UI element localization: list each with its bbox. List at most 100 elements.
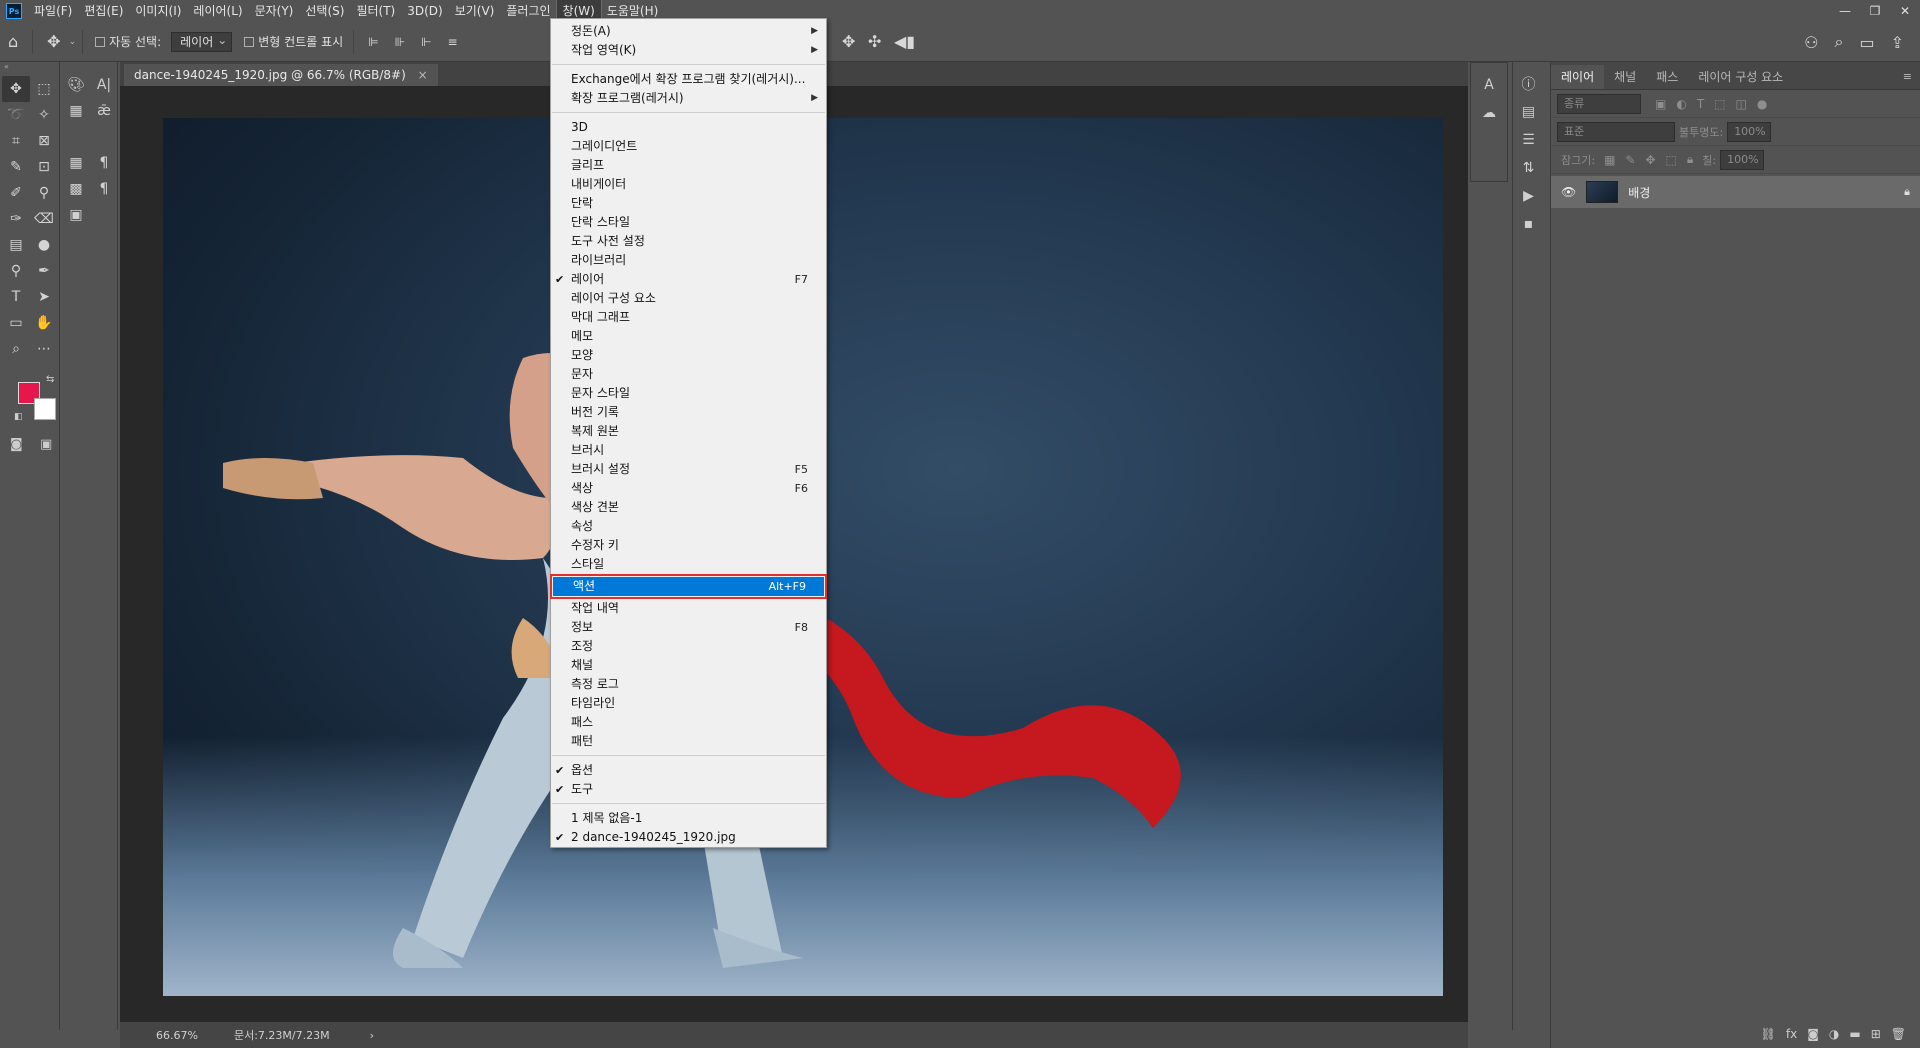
shape-tool-icon[interactable]: ▭	[2, 310, 30, 336]
menu-item[interactable]: 3D(D)	[401, 0, 448, 22]
dropdown-menu-item[interactable]: 패스	[551, 713, 826, 732]
tab-paths[interactable]: 패스	[1646, 65, 1688, 89]
dodge-tool-icon[interactable]: ⚲	[2, 258, 30, 284]
lock-artboard-icon[interactable]: ⬚	[1666, 153, 1677, 167]
dropdown-menu-item[interactable]: 막대 그래프	[551, 308, 826, 327]
close-icon[interactable]: ✕	[1890, 0, 1920, 22]
zoom-tool-icon[interactable]: ⌕	[2, 336, 30, 362]
menu-item[interactable]: 보기(V)	[449, 0, 501, 22]
tab-layer-comps[interactable]: 레이어 구성 요소	[1688, 65, 1793, 89]
add-mask-icon[interactable]: ◙	[1807, 1027, 1819, 1041]
lock-position-icon[interactable]: ✥	[1645, 153, 1655, 167]
dropdown-menu-item[interactable]: 속성	[551, 517, 826, 536]
blend-mode-select[interactable]: 표준	[1557, 121, 1675, 142]
opacity-input[interactable]: 100%	[1727, 121, 1772, 142]
dropdown-menu-item[interactable]: 내비게이터	[551, 175, 826, 194]
filter-adjustment-icon[interactable]: ◐	[1676, 97, 1686, 111]
dropdown-menu-item[interactable]: 정보 F8	[551, 618, 826, 637]
menu-item[interactable]: 이미지(I)	[129, 0, 187, 22]
zoom-level[interactable]: 66.67%	[156, 1029, 198, 1042]
align-center-icon[interactable]: ⊪	[395, 35, 405, 49]
dropdown-menu-item[interactable]: ✔ 레이어 F7	[551, 270, 826, 289]
dropdown-menu-item[interactable]: 작업 내역	[551, 599, 826, 618]
default-colors-icon[interactable]: ◧	[14, 412, 23, 422]
dropdown-menu-item[interactable]: 측정 로그	[551, 675, 826, 694]
layer-row[interactable]: 👁︎ 배경 🔒︎	[1551, 176, 1920, 208]
filter-shape-icon[interactable]: ⬚	[1714, 97, 1725, 111]
dropdown-menu-item[interactable]: 단락	[551, 194, 826, 213]
history-brush-tool-icon[interactable]: ✑	[2, 206, 30, 232]
dropdown-menu-item[interactable]: 브러시	[551, 441, 826, 460]
dropdown-menu-item[interactable]: 3D	[551, 118, 826, 137]
background-color-swatch[interactable]	[34, 398, 56, 420]
character-style-icon[interactable]: A	[1471, 71, 1507, 99]
history-icon[interactable]: ⇅	[1513, 154, 1544, 182]
menu-item[interactable]: 문자(Y)	[249, 0, 300, 22]
menu-item[interactable]: 파일(F)	[28, 0, 78, 22]
move-tool-icon[interactable]: ✥	[47, 32, 60, 51]
auto-select-dropdown[interactable]: 레이어	[171, 31, 233, 52]
search-icon[interactable]: ⌕	[1835, 32, 1844, 52]
dropdown-menu-item[interactable]: 그레이디언트	[551, 137, 826, 156]
dropdown-menu-item[interactable]: ✔ 옵션	[551, 761, 826, 780]
dropdown-menu-item[interactable]: Exchange에서 확장 프로그램 찾기(레거시)...	[551, 70, 826, 89]
filter-type-icon[interactable]: T	[1697, 97, 1704, 111]
pen-tool-icon[interactable]: ✒	[30, 258, 58, 284]
type-tool-icon[interactable]: T	[2, 284, 30, 310]
quick-mask-icon[interactable]: ◙	[10, 437, 23, 452]
dropdown-menu-item[interactable]: 단락 스타일	[551, 213, 826, 232]
character-icon[interactable]: A|	[90, 72, 118, 98]
dropdown-menu-item[interactable]: 1 제목 없음-1	[551, 809, 826, 828]
stamp-tool-icon[interactable]: ⚲	[30, 180, 58, 206]
lasso-tool-icon[interactable]: ➰	[2, 102, 30, 128]
filter-smart-icon[interactable]: ◫	[1736, 97, 1747, 111]
notes-icon[interactable]: ▤	[1513, 98, 1544, 126]
dropdown-menu-item[interactable]: 작업 영역(K) ▶	[551, 41, 826, 60]
transform-controls-checkbox[interactable]	[244, 36, 255, 47]
status-expand-icon[interactable]: ›	[370, 1029, 374, 1042]
delete-layer-icon[interactable]: 🗑︎	[1891, 1027, 1906, 1041]
magic-wand-tool-icon[interactable]: ✧	[30, 102, 58, 128]
table-icon[interactable]: ▦	[62, 150, 90, 176]
dropdown-menu-item[interactable]: 수정자 키	[551, 536, 826, 555]
menu-item-actions-highlighted[interactable]: 액션 Alt+F9	[550, 574, 827, 599]
dropdown-menu-item[interactable]: 글리프	[551, 156, 826, 175]
layer-kind-filter[interactable]: 종류	[1557, 93, 1641, 114]
glyphs-icon[interactable]: ǣ	[90, 98, 118, 124]
actions-play-icon[interactable]: ▶	[1513, 182, 1544, 210]
dropdown-menu-item[interactable]: 복제 원본	[551, 422, 826, 441]
dropdown-menu-item[interactable]: 문자 스타일	[551, 384, 826, 403]
plugin-icon[interactable]: ▪	[1513, 210, 1544, 238]
adjustments-icon[interactable]: ☰	[1513, 126, 1544, 154]
filter-pixel-icon[interactable]: ▣	[1655, 97, 1666, 111]
dropdown-menu-item[interactable]: 채널	[551, 656, 826, 675]
home-icon[interactable]: ⌂	[8, 32, 18, 51]
dropdown-menu-item[interactable]: ✔ 2 dance-1940245_1920.jpg	[551, 828, 826, 847]
more-tools-icon[interactable]: ⋯	[30, 336, 58, 362]
frame-tool-icon[interactable]: ⊠	[30, 128, 58, 154]
3d-pan-icon[interactable]: ✣	[868, 32, 881, 51]
dropdown-menu-item[interactable]: 레이어 구성 요소	[551, 289, 826, 308]
dropdown-menu-item[interactable]: 모양	[551, 346, 826, 365]
dropdown-menu-item[interactable]: 색상 F6	[551, 479, 826, 498]
lock-all-icon[interactable]: 🔒︎	[1687, 152, 1693, 167]
gradient-tool-icon[interactable]: ▤	[2, 232, 30, 258]
tab-channels[interactable]: 채널	[1604, 65, 1646, 89]
healing-tool-icon[interactable]: ⊡	[30, 154, 58, 180]
swap-colors-icon[interactable]: ⇆	[46, 374, 54, 385]
menu-item[interactable]: 편집(E)	[78, 0, 129, 22]
link-layers-icon[interactable]: ⛓	[1761, 1027, 1776, 1041]
new-group-icon[interactable]: ▬	[1849, 1027, 1860, 1041]
blur-tool-icon[interactable]: ●	[30, 232, 58, 258]
collapse-icon[interactable]: «	[0, 62, 59, 72]
palette-icon[interactable]: 🎨︎	[62, 72, 90, 98]
menu-item[interactable]: 레이어(L)	[187, 0, 248, 22]
minimize-icon[interactable]: —	[1830, 0, 1860, 22]
dropdown-menu-item[interactable]: 패턴	[551, 732, 826, 751]
lock-image-icon[interactable]: ✎	[1625, 153, 1635, 167]
hand-tool-icon[interactable]: ✋	[30, 310, 58, 336]
paragraph-style-icon[interactable]: ¶	[90, 176, 118, 202]
dropdown-menu-item[interactable]: 스타일	[551, 555, 826, 574]
close-tab-icon[interactable]: ×	[418, 68, 428, 82]
dropdown-menu-item[interactable]: 버전 기록	[551, 403, 826, 422]
